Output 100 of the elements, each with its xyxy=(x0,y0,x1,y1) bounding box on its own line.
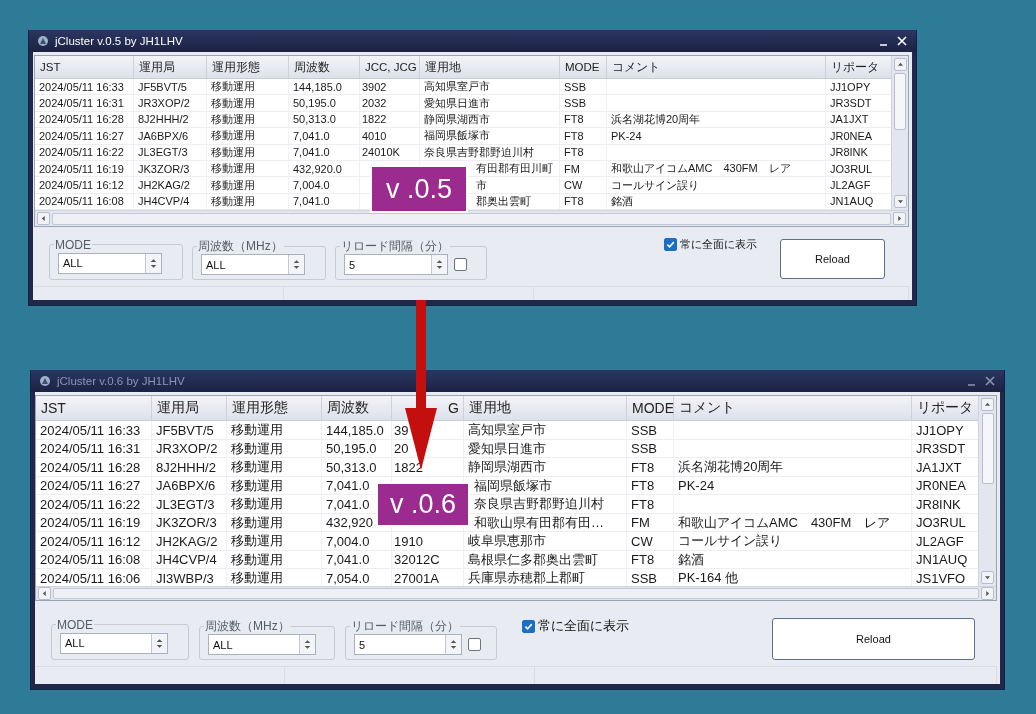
column-header[interactable]: コメント xyxy=(679,399,735,417)
vertical-scrollbar[interactable] xyxy=(891,56,908,210)
table-cell: JH4CVP/4 xyxy=(152,550,227,569)
table-cell: 32012C xyxy=(392,550,464,569)
vertical-scrollbar[interactable] xyxy=(978,396,996,586)
scroll-down-button[interactable] xyxy=(981,571,994,584)
column-header[interactable]: リポータ xyxy=(917,399,973,417)
table-cell: JH4CVP/4 xyxy=(134,193,207,210)
table-cell: 2024/05/11 16:31 xyxy=(35,95,134,111)
table-cell: FT8 xyxy=(627,495,674,513)
column-header[interactable]: コメント xyxy=(612,59,660,75)
table-cell: 7,041.0 xyxy=(289,128,360,144)
checkbox[interactable] xyxy=(454,258,467,271)
table-cell: 8J2HHH/2 xyxy=(134,111,207,128)
table-cell: JL3EGT/3 xyxy=(134,144,207,160)
table-cell: 2024/05/11 16:22 xyxy=(35,144,134,160)
column-header[interactable]: 周波数 xyxy=(327,399,369,417)
spin-field[interactable]: ALL xyxy=(58,252,162,274)
version-label: v .0.5 xyxy=(370,165,468,213)
checkbox[interactable] xyxy=(522,619,535,633)
scroll-thumb[interactable] xyxy=(52,212,891,225)
table-cell: 移動運用 xyxy=(227,439,322,458)
table-cell: 移動運用 xyxy=(227,532,322,550)
spin-field[interactable]: 5 xyxy=(354,634,462,655)
version-label: v .0.6 xyxy=(376,482,470,527)
reload-button[interactable]: Reload xyxy=(780,238,885,279)
spinner-icon[interactable] xyxy=(431,255,447,274)
table-cell: 2024/05/11 16:22 xyxy=(36,495,152,513)
scroll-down-button[interactable] xyxy=(893,195,907,208)
table-cell: 2024/05/11 16:19 xyxy=(35,160,134,177)
table-cell: 144,185.0 xyxy=(322,421,392,439)
column-header[interactable]: 運用形態 xyxy=(232,399,288,417)
spin-field[interactable]: ALL xyxy=(208,634,316,655)
column-header[interactable]: JST xyxy=(41,400,66,416)
reload-button[interactable]: Reload xyxy=(772,617,975,660)
column-header[interactable]: 運用局 xyxy=(139,59,175,75)
column-header[interactable]: G xyxy=(448,400,459,416)
table-cell: 2024/05/11 16:12 xyxy=(36,532,152,550)
column-header[interactable]: 運用局 xyxy=(157,399,199,417)
table-cell: 移動運用 xyxy=(227,550,322,569)
column-header[interactable]: MODE xyxy=(632,400,674,416)
column-header[interactable]: 周波数 xyxy=(294,59,330,75)
table-cell: 7,041.0 xyxy=(289,193,360,210)
column-header[interactable]: 運用地 xyxy=(425,59,461,75)
table-cell: JA6BPX/6 xyxy=(152,476,227,495)
column-header[interactable]: 運用地 xyxy=(469,399,511,417)
table-cell: 1822 xyxy=(360,111,420,128)
group-label: MODE xyxy=(54,237,92,252)
scroll-thumb[interactable] xyxy=(894,73,906,130)
scroll-right-button[interactable] xyxy=(981,587,994,600)
table-cell: 移動運用 xyxy=(227,476,322,495)
spinner-icon[interactable] xyxy=(145,253,161,273)
spin-field[interactable]: 5 xyxy=(344,254,448,275)
checkbox[interactable] xyxy=(664,238,677,251)
table-cell: 移動運用 xyxy=(207,95,289,111)
scroll-thumb[interactable] xyxy=(981,413,994,484)
table-cell: 岐阜県恵那市 xyxy=(464,532,627,550)
spinner-icon[interactable] xyxy=(445,635,461,654)
group-label: リロード間隔（分） xyxy=(350,617,460,635)
spinner-icon[interactable] xyxy=(299,635,315,654)
table-cell: 高知県室戸市 xyxy=(464,421,627,439)
column-header[interactable]: MODE xyxy=(565,61,600,73)
table-cell: 2032 xyxy=(360,95,420,111)
window-title: jCluster v.0.6 by JH1LHV xyxy=(57,375,186,387)
scroll-right-button[interactable] xyxy=(893,212,906,225)
table-cell: 3902 xyxy=(360,79,420,95)
table-cell: 4010 xyxy=(360,128,420,144)
spinner-icon[interactable] xyxy=(288,255,304,274)
table-cell: 2024/05/11 16:08 xyxy=(36,550,152,569)
column-header[interactable]: JCC, JCG xyxy=(365,61,417,73)
table-cell: SSB xyxy=(627,421,674,439)
table-cell: 銘酒 xyxy=(607,193,826,210)
scroll-up-button[interactable] xyxy=(981,398,994,411)
column-header[interactable]: 運用形態 xyxy=(212,59,260,75)
horizontal-scrollbar[interactable] xyxy=(35,210,908,226)
table-cell: JF5BVT/5 xyxy=(134,79,207,95)
window-title: jCluster v.0.5 by JH1LHV xyxy=(55,35,184,47)
scroll-left-button[interactable] xyxy=(38,587,51,600)
table-cell: 50,195.0 xyxy=(322,439,392,458)
spin-field[interactable]: ALL xyxy=(60,632,168,654)
table-cell: JH2KAG/2 xyxy=(152,532,227,550)
scroll-up-button[interactable] xyxy=(893,58,907,71)
column-header[interactable]: JST xyxy=(40,61,61,73)
scroll-left-button[interactable] xyxy=(37,212,50,225)
table-cell: 奈良県吉野郡野迫川村 xyxy=(420,144,560,160)
table-cell: 50,195.0 xyxy=(289,95,360,111)
table-cell: 7,041.0 xyxy=(289,144,360,160)
scroll-thumb[interactable] xyxy=(53,588,979,599)
spinner-icon[interactable] xyxy=(151,633,167,653)
table-cell: CW xyxy=(560,177,607,193)
horizontal-scrollbar[interactable] xyxy=(36,586,996,600)
column-header[interactable]: リポータ xyxy=(831,59,879,75)
spin-field[interactable]: ALL xyxy=(201,254,305,275)
table-cell: コールサイン誤り xyxy=(674,532,912,550)
table-cell: 50,313.0 xyxy=(322,458,392,476)
table-cell: FT8 xyxy=(560,144,607,160)
checkbox[interactable] xyxy=(468,638,481,651)
checkbox-label: 常に全面に表示 xyxy=(538,617,629,635)
table-cell: 移動運用 xyxy=(207,79,289,95)
table-cell: PK-24 xyxy=(607,128,826,144)
